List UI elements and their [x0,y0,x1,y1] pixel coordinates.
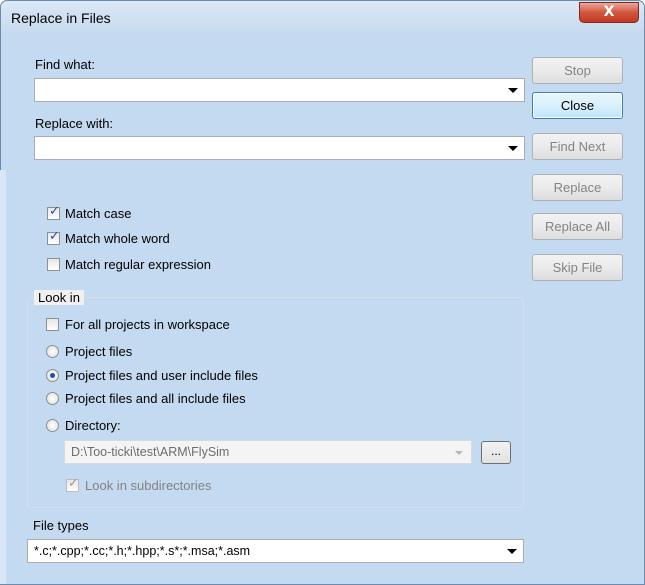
look-in-subdirectories-checkbox[interactable]: ✓ [66,476,79,492]
replace-with-label: Replace with: [35,116,114,131]
look-in-title: Look in [34,290,84,305]
directory-combo[interactable]: D:\Too-ticki\test\ARM\FlySim [64,440,472,464]
replace-button[interactable]: Replace [532,174,623,201]
check-icon: ✓ [49,229,60,244]
match-whole-word-label[interactable]: Match whole word [65,231,170,246]
check-icon: ✓ [49,204,60,219]
file-types-combo[interactable]: *.c;*.cpp;*.cc;*.h;*.hpp;*.s*;*.msa;*.as… [27,539,524,563]
directory-value: D:\Too-ticki\test\ARM\FlySim [71,445,230,459]
check-icon: ✓ [68,476,79,491]
browse-button[interactable]: ... [481,441,511,464]
chevron-down-icon[interactable] [508,88,518,93]
replace-with-combo[interactable] [34,136,525,160]
radio-project-files-label[interactable]: Project files [65,344,132,359]
skip-file-button[interactable]: Skip File [532,254,623,281]
radio-project-files[interactable] [46,345,59,358]
title-bar[interactable]: Replace in Files X [1,1,644,35]
chevron-down-icon[interactable] [507,549,517,554]
match-whole-word-checkbox[interactable]: ✓ [47,229,60,245]
file-types-value: *.c;*.cpp;*.cc;*.h;*.hpp;*.s*;*.msa;*.as… [34,544,251,558]
close-icon: X [603,4,615,20]
all-projects-label[interactable]: For all projects in workspace [65,317,230,332]
close-window-button[interactable]: X [579,2,639,23]
radio-all-include-files-label[interactable]: Project files and all include files [65,391,246,406]
radio-directory-label[interactable]: Directory: [65,418,121,433]
chevron-down-icon[interactable] [508,146,518,151]
chevron-down-icon[interactable] [455,451,463,455]
dialog-title: Replace in Files [11,10,111,26]
match-case-checkbox[interactable]: ✓ [47,204,60,220]
radio-user-include-files-label[interactable]: Project files and user include files [65,368,258,383]
look-in-subdirectories-label[interactable]: Look in subdirectories [85,478,211,493]
radio-all-include-files[interactable] [46,392,59,405]
close-button[interactable]: Close [532,92,623,119]
left-border [0,170,6,584]
match-case-label[interactable]: Match case [65,206,131,221]
stop-button[interactable]: Stop [532,57,623,84]
file-types-label: File types [33,518,89,533]
radio-selected-dot [50,373,55,378]
replace-all-button[interactable]: Replace All [532,213,623,240]
find-next-button[interactable]: Find Next [532,133,623,160]
all-projects-checkbox[interactable] [46,318,59,331]
match-regex-checkbox[interactable] [47,258,60,271]
radio-directory[interactable] [46,419,59,432]
find-what-combo[interactable] [34,78,525,102]
match-regex-label[interactable]: Match regular expression [65,257,211,272]
radio-user-include-files[interactable] [46,369,59,382]
find-what-label: Find what: [35,57,95,72]
